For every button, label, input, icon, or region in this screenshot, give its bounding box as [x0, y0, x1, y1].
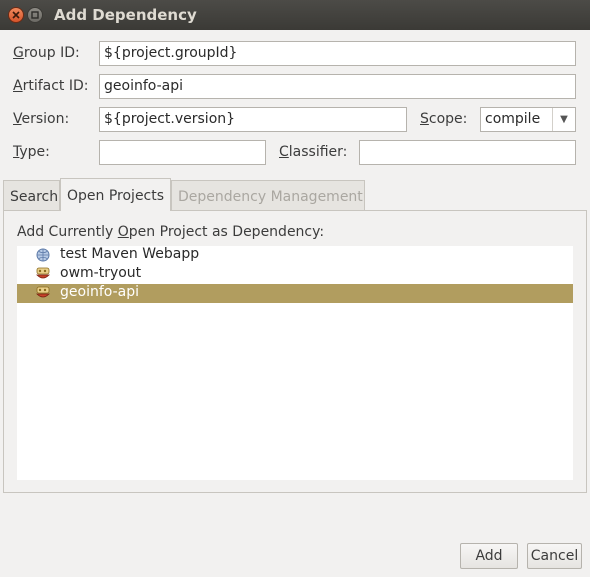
window-title: Add Dependency	[54, 6, 197, 24]
title-bar: Add Dependency	[0, 0, 590, 30]
scope-select[interactable]: compile ▼	[480, 107, 576, 132]
tab-open-projects[interactable]: Open Projects	[60, 178, 171, 211]
list-item[interactable]: test Maven Webapp	[17, 246, 573, 265]
version-field[interactable]: ${project.version}	[99, 107, 407, 132]
tab-dependency-management[interactable]: Dependency Management	[171, 180, 365, 210]
cancel-button[interactable]: Cancel	[527, 543, 582, 569]
scope-value: compile	[485, 111, 541, 127]
list-item[interactable]: owm-tryout	[17, 265, 573, 284]
maven-project-icon	[36, 267, 50, 279]
open-projects-heading: Add Currently Open Project as Dependency…	[17, 224, 325, 240]
group-id-field[interactable]: ${project.groupId}	[99, 41, 576, 66]
minimize-icon	[31, 11, 39, 19]
close-icon	[12, 11, 20, 19]
maven-project-icon	[36, 286, 50, 298]
group-id-label: Group ID:	[13, 45, 80, 61]
version-label: Version:	[13, 111, 70, 127]
add-dependency-dialog: Add Dependency Group ID: ${project.group…	[0, 0, 590, 577]
minimize-window-button[interactable]	[27, 7, 43, 23]
type-field[interactable]	[99, 140, 266, 165]
add-button[interactable]: Add	[460, 543, 518, 569]
open-projects-list: test Maven Webapp owm-tryout geoinfo-api	[17, 246, 573, 480]
close-window-button[interactable]	[8, 7, 24, 23]
web-project-icon	[36, 248, 50, 262]
artifact-id-label: Artifact ID:	[13, 78, 89, 94]
tab-search[interactable]: Search	[3, 180, 60, 210]
chevron-down-icon[interactable]: ▼	[552, 108, 575, 131]
classifier-label: Classifier:	[279, 144, 348, 160]
list-item[interactable]: geoinfo-api	[17, 284, 573, 303]
scope-label: Scope:	[420, 111, 468, 127]
artifact-id-field[interactable]: geoinfo-api	[99, 74, 576, 99]
type-label: Type:	[13, 144, 50, 160]
classifier-field[interactable]	[359, 140, 576, 165]
